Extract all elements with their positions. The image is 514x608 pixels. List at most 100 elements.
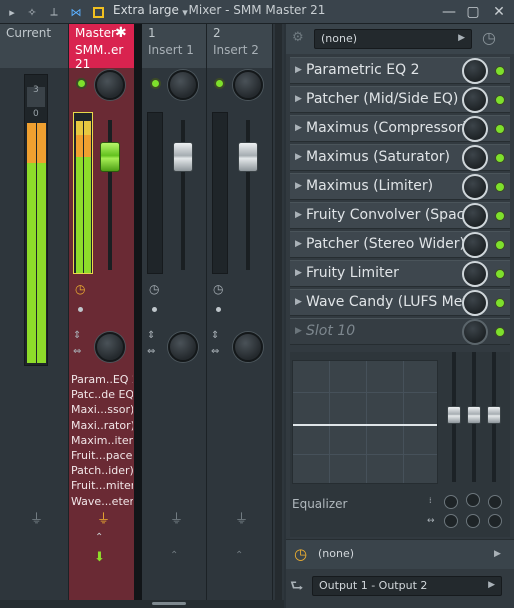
fx-line[interactable]: Patch..ider)	[71, 463, 133, 478]
send-row[interactable]: ◷ (none) ▶	[286, 539, 514, 569]
slot-enable-led[interactable]	[495, 66, 505, 76]
slot-enable-led[interactable]	[495, 240, 505, 250]
mix-knob[interactable]	[462, 174, 488, 200]
mix-knob[interactable]	[462, 232, 488, 258]
eq-freq-knob-mid[interactable]	[466, 493, 480, 507]
mix-knob[interactable]	[462, 319, 488, 345]
minimize-icon[interactable]: —	[440, 3, 458, 21]
stereo-icon[interactable]: ⇔	[211, 346, 219, 357]
send-down-icon[interactable]: ⬇	[94, 550, 105, 565]
stereo-icon[interactable]: ⇔	[73, 346, 81, 357]
fx-line[interactable]: Maxi...ssor)	[71, 402, 133, 417]
mute-led[interactable]	[150, 78, 161, 89]
fx-line[interactable]: Param..EQ 2	[71, 372, 133, 387]
stereo-icon[interactable]: ⇔	[147, 346, 155, 357]
fx-line[interactable]: Wave...eter)	[71, 494, 133, 509]
square-icon[interactable]	[90, 4, 106, 20]
volume-fader[interactable]	[173, 142, 193, 172]
vertical-scrollbar[interactable]	[275, 24, 282, 600]
preset-select[interactable]: (none) ▶	[314, 29, 472, 49]
chevron-down-icon[interactable]: ▾	[177, 4, 193, 20]
eq-graph[interactable]	[292, 360, 438, 484]
magnet-icon[interactable]: ✧	[24, 4, 40, 20]
eq-band-handle[interactable]	[467, 406, 481, 424]
slot-menu-icon[interactable]: ▶	[295, 297, 302, 307]
eq-freq-knob-high[interactable]	[488, 495, 502, 509]
fx-line[interactable]: Fruit...miter	[71, 478, 133, 493]
route-dot[interactable]	[152, 307, 157, 312]
eq-icon[interactable]: ⚙	[292, 30, 304, 45]
fx-slot-5[interactable]: ▶ Maximus (Limiter)	[290, 173, 510, 200]
play-menu-icon[interactable]: ▸	[4, 4, 20, 20]
fx-slot-8[interactable]: ▶ Fruity Limiter	[290, 260, 510, 287]
clock-icon[interactable]: ◷	[482, 28, 496, 47]
route-dot[interactable]	[78, 307, 83, 312]
fx-line[interactable]: Maxim..iter)	[71, 433, 133, 448]
maximize-icon[interactable]: ▢	[464, 3, 482, 21]
eq-band-handle[interactable]	[447, 406, 461, 424]
slot-menu-icon[interactable]: ▶	[295, 181, 302, 191]
slot-enable-led[interactable]	[495, 124, 505, 134]
slot-menu-icon[interactable]: ▶	[295, 268, 302, 278]
strip-current[interactable]: Current 3 0 ⏚	[0, 24, 68, 600]
slot-menu-icon[interactable]: ▶	[295, 326, 302, 336]
link-icon[interactable]: ⏚	[30, 508, 43, 527]
fx-slot-9[interactable]: ▶ Wave Candy (LUFS Mete..	[290, 289, 510, 316]
horizontal-scrollbar[interactable]	[0, 600, 284, 608]
strip-insert-1[interactable]: 1 Insert 1 ◷ ⇕ ⇔ ⏚ ⌃	[142, 24, 206, 600]
mix-knob[interactable]	[462, 87, 488, 113]
close-icon[interactable]: ✕	[490, 3, 508, 21]
strip-master[interactable]: Master SMM..er 21 ✱ ◷ ⇕ ⇔ ⏚ ⌃ ⬇	[69, 24, 134, 600]
swap-icon[interactable]: ⇕	[73, 330, 81, 341]
mix-knob[interactable]	[462, 145, 488, 171]
eq-freq-knob-low[interactable]	[444, 495, 458, 509]
slot-menu-icon[interactable]: ▶	[295, 239, 302, 249]
link-icon[interactable]: ⏚	[97, 508, 110, 527]
link-icon[interactable]: ⏚	[235, 508, 248, 527]
fx-slot-2[interactable]: ▶ Patcher (Mid/Side EQ)	[290, 86, 510, 113]
fx-slot-6[interactable]: ▶ Fruity Convolver (Space)	[290, 202, 510, 229]
stereo-separation-knob[interactable]	[233, 332, 263, 362]
slot-enable-led[interactable]	[495, 153, 505, 163]
eq-bw-knob-mid[interactable]	[466, 514, 480, 528]
slot-menu-icon[interactable]: ▶	[295, 210, 302, 220]
slot-enable-led[interactable]	[495, 211, 505, 221]
slot-enable-led[interactable]	[495, 269, 505, 279]
chevron-up-icon[interactable]: ⌃	[95, 532, 103, 543]
mix-knob[interactable]	[462, 261, 488, 287]
output-select[interactable]: Output 1 - Output 2 ▶	[312, 576, 502, 596]
fx-slot-4[interactable]: ▶ Maximus (Saturator)	[290, 144, 510, 171]
latency-icon[interactable]: ◷	[149, 282, 159, 296]
mix-knob[interactable]	[462, 58, 488, 84]
pan-knob[interactable]	[233, 70, 263, 100]
mute-led[interactable]	[76, 78, 87, 89]
slot-enable-led[interactable]	[495, 182, 505, 192]
chevron-up-icon[interactable]: ⌃	[235, 550, 243, 561]
slot-enable-led[interactable]	[495, 298, 505, 308]
fx-line[interactable]: Patc..de EQ)	[71, 387, 133, 402]
fx-line[interactable]: Maxi..rator)	[71, 418, 133, 433]
toolbar-title[interactable]: Extra large	[113, 3, 179, 17]
unlink-icon[interactable]: ⟂	[46, 4, 62, 20]
slot-menu-icon[interactable]: ▶	[295, 152, 302, 162]
slot-menu-icon[interactable]: ▶	[295, 123, 302, 133]
slot-enable-led[interactable]	[495, 327, 505, 337]
stereo-separation-knob[interactable]	[95, 332, 125, 362]
mix-knob[interactable]	[462, 203, 488, 229]
strip-insert-2[interactable]: 2 Insert 2 ◷ ⇕ ⇔ ⏚ ⌃	[207, 24, 272, 600]
fx-line[interactable]: Fruit...pace)	[71, 448, 133, 463]
eq-band-handle[interactable]	[487, 406, 501, 424]
swap-icon[interactable]: ⇕	[211, 330, 219, 341]
stretch-icon[interactable]: ⋈	[68, 4, 84, 20]
mute-led[interactable]	[214, 78, 225, 89]
swap-icon[interactable]: ⇕	[147, 330, 155, 341]
fx-slot-10[interactable]: ▶ Slot 10	[290, 318, 510, 345]
volume-fader[interactable]	[238, 142, 258, 172]
slot-menu-icon[interactable]: ▶	[295, 65, 302, 75]
pan-knob[interactable]	[95, 70, 125, 100]
route-dot[interactable]	[216, 307, 221, 312]
slot-enable-led[interactable]	[495, 95, 505, 105]
slot-menu-icon[interactable]: ▶	[295, 94, 302, 104]
fx-slot-3[interactable]: ▶ Maximus (Compressor)	[290, 115, 510, 142]
latency-icon[interactable]: ◷	[75, 282, 85, 296]
